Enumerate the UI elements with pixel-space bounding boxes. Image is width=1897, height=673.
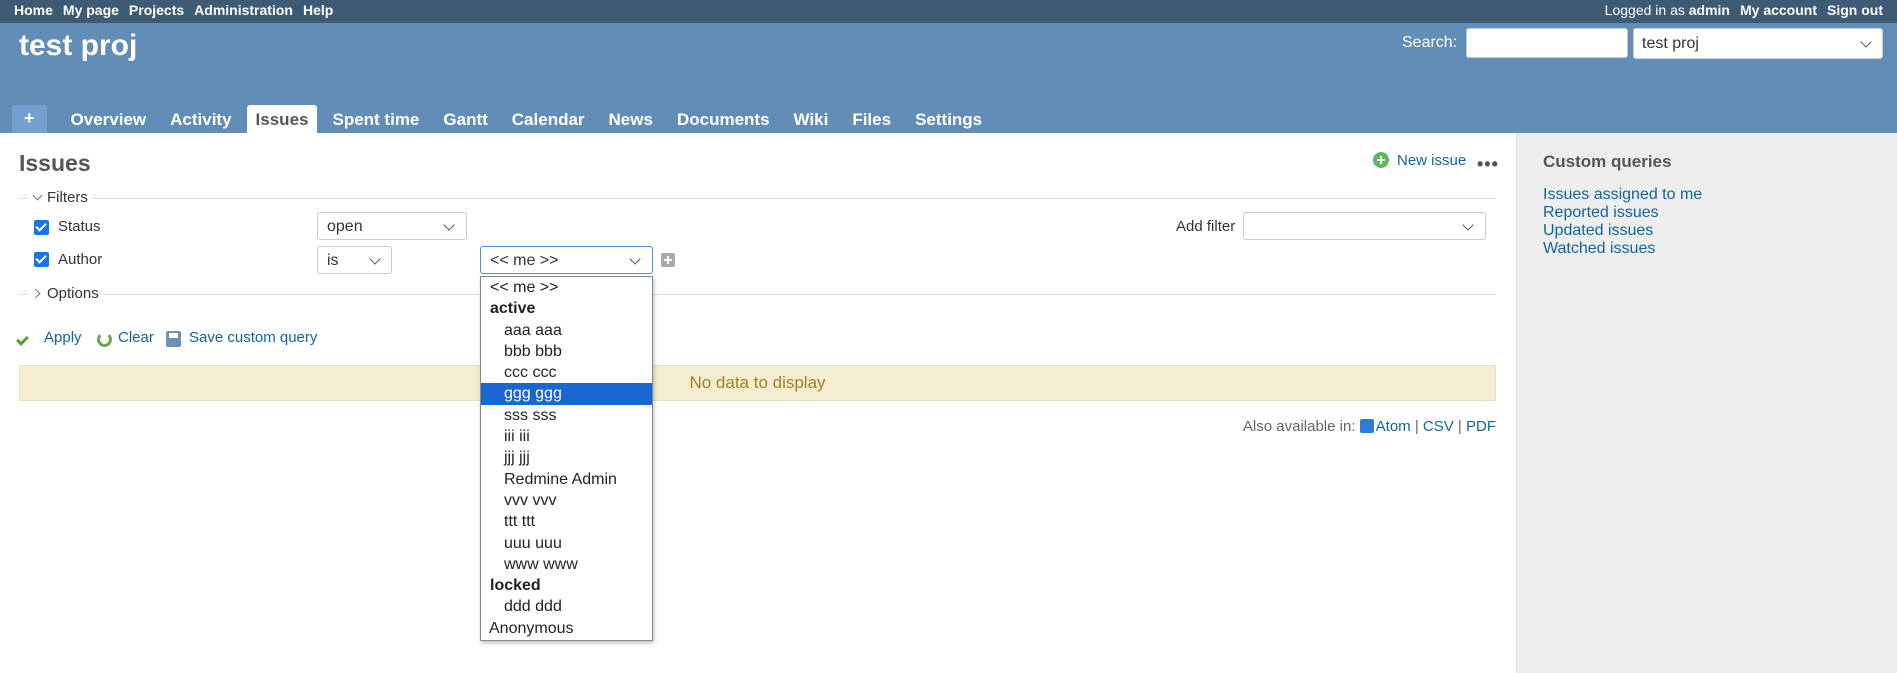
new-object-plus-button[interactable]: + [12, 105, 47, 133]
query-assigned-to-me[interactable]: Issues assigned to me [1543, 186, 1702, 204]
project-title: test proj [19, 29, 138, 62]
top-link-help[interactable]: Help [303, 2, 333, 18]
option-user[interactable]: sss sss [481, 405, 652, 426]
option-user[interactable]: vvv vvv [481, 490, 652, 511]
option-user[interactable]: iii iii [481, 426, 652, 447]
save-query-button[interactable]: Save custom query [189, 329, 317, 346]
more-actions-icon[interactable]: ••• [1477, 154, 1499, 175]
tab-settings[interactable]: Settings [906, 105, 991, 133]
author-filter-label: Author [58, 251, 103, 268]
top-link-administration[interactable]: Administration [194, 2, 293, 18]
logged-in-prefix: Logged in as [1604, 2, 1685, 18]
project-jump-value: test proj [1642, 35, 1699, 52]
option-user[interactable]: www www [481, 554, 652, 575]
sidebar: Custom queries Issues assigned to me Rep… [1516, 133, 1897, 673]
author-filter-checkbox[interactable] [34, 252, 49, 267]
chevron-down-icon [32, 190, 43, 201]
option-user[interactable]: uuu uuu [481, 533, 652, 554]
tab-overview[interactable]: Overview [62, 105, 156, 133]
tab-wiki[interactable]: Wiki [785, 105, 838, 133]
option-user[interactable]: Redmine Admin [481, 469, 652, 490]
filters-fieldset-border [19, 198, 1496, 199]
tab-spent-time[interactable]: Spent time [323, 105, 428, 133]
chevron-down-icon [1860, 36, 1872, 48]
author-value-select[interactable]: << me >> [480, 246, 653, 274]
save-icon [166, 331, 181, 347]
project-jump-select[interactable]: test proj [1633, 28, 1883, 59]
top-link-projects[interactable]: Projects [129, 2, 184, 18]
optgroup-active: active [490, 300, 536, 318]
tab-files[interactable]: Files [843, 105, 900, 133]
options-legend-label: Options [47, 285, 99, 302]
no-data-flash: No data to display [19, 365, 1496, 401]
apply-button[interactable]: Apply [44, 329, 82, 346]
csv-link[interactable]: CSV [1423, 418, 1454, 435]
optgroup-locked: locked [490, 577, 541, 595]
check-icon [16, 333, 29, 346]
filters-legend[interactable]: Filters [28, 189, 92, 206]
option-me[interactable]: << me >> [481, 277, 652, 298]
logged-in-as: Logged in as admin [1605, 2, 1730, 18]
query-reported-issues[interactable]: Reported issues [1543, 204, 1659, 222]
tab-issues[interactable]: Issues [246, 105, 318, 133]
option-anonymous[interactable]: Anonymous [481, 618, 652, 639]
top-link-home[interactable]: Home [14, 2, 53, 18]
top-menu-right: Logged in as admin My account Sign out [1605, 2, 1883, 18]
chevron-right-icon [30, 288, 41, 299]
new-issue-link[interactable]: New issue [1373, 152, 1466, 169]
sign-out-link[interactable]: Sign out [1827, 2, 1883, 18]
options-legend[interactable]: Options [28, 285, 103, 302]
option-user-highlighted[interactable]: ggg ggg [481, 383, 652, 405]
option-user[interactable]: ccc ccc [481, 362, 652, 383]
tab-documents[interactable]: Documents [668, 105, 779, 133]
my-account-link[interactable]: My account [1740, 2, 1817, 18]
chevron-down-icon [443, 219, 455, 231]
tab-gantt[interactable]: Gantt [434, 105, 496, 133]
sidebar-title: Custom queries [1543, 152, 1672, 171]
add-filter-select[interactable] [1243, 212, 1486, 240]
option-user-locked[interactable]: ddd ddd [481, 596, 652, 617]
chevron-down-icon [1462, 219, 1474, 231]
pdf-link[interactable]: PDF [1466, 418, 1496, 435]
also-available-in: Also available in: Atom | CSV | PDF [1242, 418, 1496, 435]
top-link-my-page[interactable]: My page [63, 2, 119, 18]
toggle-multi-select-icon[interactable] [661, 253, 675, 267]
also-available-label: Also available in: [1242, 418, 1356, 435]
tab-news[interactable]: News [600, 105, 662, 133]
query-watched-issues[interactable]: Watched issues [1543, 240, 1655, 258]
status-filter-label: Status [58, 218, 101, 235]
page-title: Issues [19, 150, 91, 176]
query-updated-issues[interactable]: Updated issues [1543, 222, 1653, 240]
search-label: Search: [1402, 34, 1458, 51]
option-user[interactable]: aaa aaa [481, 320, 652, 341]
author-dropdown-list: << me >> active aaa aaa bbb bbb ccc ccc … [480, 276, 653, 641]
option-user[interactable]: ttt ttt [481, 511, 652, 532]
feed-icon [1359, 419, 1374, 433]
header: test proj Search: test proj + Overview A… [0, 23, 1897, 133]
status-filter-checkbox[interactable] [34, 220, 49, 235]
author-value: << me >> [490, 252, 559, 269]
clear-button[interactable]: Clear [118, 329, 154, 346]
chevron-down-icon [369, 253, 381, 265]
top-menu: Home My page Projects Administration Hel… [0, 0, 1897, 23]
status-operator-select[interactable]: open [317, 212, 467, 240]
options-fieldset-border [19, 294, 1496, 295]
reload-icon [97, 332, 112, 347]
status-operator-value: open [327, 218, 363, 235]
atom-link[interactable]: Atom [1376, 418, 1411, 435]
option-user[interactable]: jjj jjj [481, 447, 652, 468]
logged-in-user[interactable]: admin [1689, 2, 1730, 18]
main-menu: + Overview Activity Issues Spent time Ga… [12, 105, 997, 133]
top-menu-left: Home My page Projects Administration Hel… [14, 2, 333, 18]
add-filter-label: Add filter [1176, 218, 1236, 235]
new-issue-label: New issue [1397, 152, 1467, 169]
option-user[interactable]: bbb bbb [481, 341, 652, 362]
author-operator-select[interactable]: is [317, 246, 392, 274]
filters-legend-label: Filters [47, 189, 88, 206]
search-input[interactable] [1466, 28, 1628, 58]
tab-activity[interactable]: Activity [161, 105, 240, 133]
tab-calendar[interactable]: Calendar [503, 105, 594, 133]
author-operator-value: is [327, 252, 339, 269]
chevron-down-icon [629, 253, 641, 265]
